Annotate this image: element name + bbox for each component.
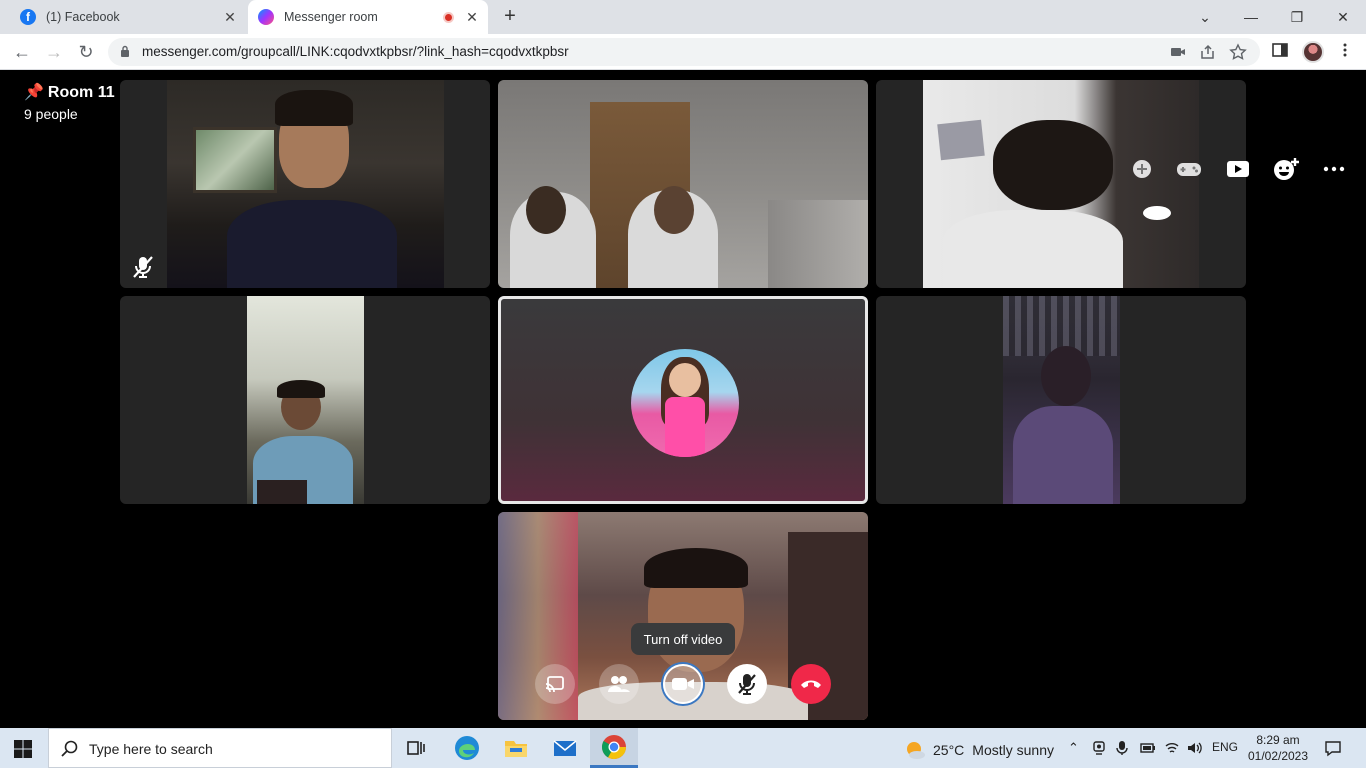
close-tab-icon[interactable]: ✕	[220, 9, 240, 26]
add-reaction-icon[interactable]	[1272, 156, 1300, 180]
volume-icon[interactable]	[1186, 740, 1204, 756]
windows-start-icon[interactable]	[14, 740, 32, 758]
new-tab-button[interactable]: +	[498, 5, 522, 28]
microphone-icon[interactable]	[1116, 740, 1128, 756]
tab-title: (1) Facebook	[46, 10, 120, 24]
people-icon	[608, 676, 630, 692]
browser-tab-strip: f (1) Facebook ✕ Messenger room ✕ + ⌄ — …	[0, 0, 1366, 34]
clock-date: 01/02/2023	[1247, 749, 1309, 763]
back-icon[interactable]: ←	[10, 40, 34, 64]
participant-avatar	[631, 349, 739, 457]
forward-icon[interactable]: →	[42, 40, 66, 64]
taskbar-search-box[interactable]: Type here to search	[48, 728, 392, 768]
recording-indicator-icon	[443, 11, 454, 23]
participant-tile[interactable]	[876, 80, 1246, 288]
lock-icon	[121, 45, 129, 57]
weather-temperature: 25°C	[933, 742, 965, 758]
participant-video	[498, 80, 868, 288]
add-icon[interactable]	[1128, 157, 1156, 181]
tab-title: Messenger room	[284, 10, 378, 24]
participant-video	[923, 80, 1199, 288]
chrome-icon	[601, 735, 626, 760]
edge-browser-icon[interactable]	[453, 734, 481, 762]
game-controller-icon[interactable]	[1175, 157, 1203, 181]
participant-tile[interactable]	[120, 80, 490, 288]
windows-taskbar: Type here to search 25°C Mostly sunny ⌃ …	[0, 728, 1366, 768]
video-camera-icon	[672, 678, 694, 690]
participant-tile[interactable]	[876, 296, 1246, 504]
messenger-icon	[258, 9, 274, 25]
file-explorer-icon[interactable]	[502, 734, 530, 762]
end-call-button[interactable]	[791, 664, 831, 704]
notification-center-icon[interactable]	[1324, 739, 1342, 757]
close-window-button[interactable]: ✕	[1320, 0, 1366, 34]
participant-count: 9 people	[24, 106, 78, 122]
profile-avatar[interactable]	[1302, 41, 1324, 63]
weather-condition: Mostly sunny	[972, 742, 1054, 758]
sun-cloud-icon	[907, 742, 925, 759]
camera-in-use-icon[interactable]	[1168, 43, 1188, 61]
end-call-icon	[801, 680, 821, 688]
more-options-icon[interactable]	[1320, 157, 1348, 181]
tab-facebook[interactable]: f (1) Facebook ✕	[10, 0, 246, 34]
share-screen-button[interactable]	[535, 664, 575, 704]
tab-messenger-room[interactable]: Messenger room ✕	[248, 0, 488, 34]
close-tab-icon[interactable]: ✕	[462, 9, 482, 26]
microphone-muted-icon	[738, 674, 756, 695]
participant-video	[167, 80, 444, 288]
participant-tile-active-speaker[interactable]	[498, 296, 868, 504]
search-placeholder: Type here to search	[89, 741, 213, 757]
search-icon	[61, 740, 78, 757]
side-panel-icon[interactable]	[1272, 42, 1288, 58]
tab-search-button[interactable]: ⌄	[1182, 0, 1228, 34]
participant-video	[1003, 296, 1120, 504]
participant-tile[interactable]	[498, 80, 868, 288]
mail-icon[interactable]	[551, 734, 579, 762]
microphone-muted-icon	[133, 256, 153, 278]
participant-tile[interactable]	[120, 296, 490, 504]
chrome-taskbar-button[interactable]	[590, 728, 638, 768]
task-view-icon[interactable]	[402, 734, 430, 762]
facebook-icon: f	[20, 9, 36, 25]
system-clock[interactable]: 8:29 am 01/02/2023	[1246, 732, 1310, 764]
reload-icon[interactable]: ↻	[74, 40, 98, 64]
weather-widget[interactable]: 25°C Mostly sunny	[903, 738, 1054, 762]
browser-toolbar: ← → ↻ messenger.com/groupcall/LINK:cqodv…	[0, 34, 1366, 70]
watch-together-icon[interactable]	[1224, 157, 1252, 181]
room-title: 📌 Room 11	[24, 84, 115, 101]
pin-icon: 📌	[24, 84, 44, 101]
url-text[interactable]: messenger.com/groupcall/LINK:cqodvxtkpbs…	[142, 44, 569, 59]
show-hidden-icons-icon[interactable]: ⌃	[1068, 740, 1079, 756]
participants-button[interactable]	[599, 664, 639, 704]
bookmark-star-icon[interactable]	[1228, 43, 1248, 61]
minimize-button[interactable]: —	[1228, 0, 1274, 34]
clock-time: 8:29 am	[1256, 733, 1300, 747]
battery-icon[interactable]	[1140, 742, 1156, 754]
webcam-icon[interactable]	[1092, 740, 1106, 756]
address-bar[interactable]: messenger.com/groupcall/LINK:cqodvxtkpbs…	[108, 38, 1260, 66]
chrome-menu-icon[interactable]	[1342, 42, 1348, 58]
share-screen-icon	[545, 676, 564, 693]
restore-button[interactable]: ❐	[1274, 0, 1320, 34]
share-icon[interactable]	[1198, 43, 1218, 61]
input-language-indicator[interactable]: ENG	[1212, 740, 1238, 754]
call-stage: 📌 Room 11 9 people Turn off video	[0, 70, 1366, 728]
wifi-icon[interactable]	[1164, 740, 1180, 756]
participant-video	[247, 296, 364, 504]
toggle-microphone-button[interactable]	[727, 664, 767, 704]
tooltip: Turn off video	[631, 623, 735, 655]
toggle-video-button[interactable]	[663, 664, 703, 704]
